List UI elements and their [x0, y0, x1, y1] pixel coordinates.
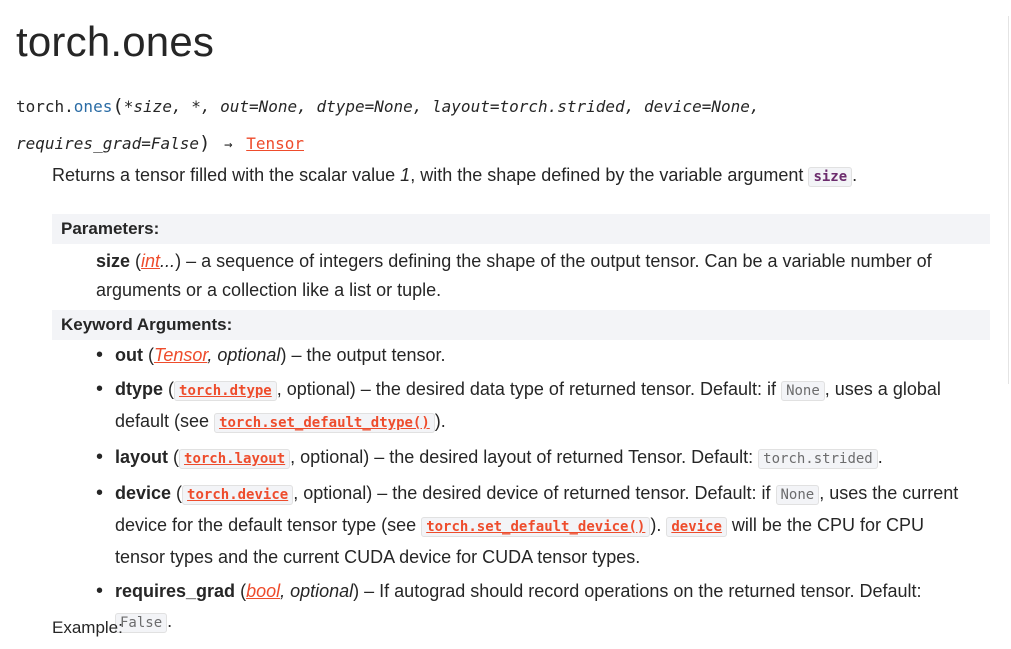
kwarg-default-code: None [781, 381, 825, 401]
signature-params-line1: *size, *, out=None, dtype=None, layout=t… [123, 97, 760, 116]
kwarg-description: – the output tensor. [286, 345, 446, 365]
kwarg-name: device [115, 483, 172, 503]
param-name: size [96, 251, 131, 271]
param-size: size (int...) – a sequence of integers d… [96, 247, 956, 305]
kwarg-description: – the desired device of returned tensor.… [372, 483, 776, 503]
kwarg-optional: , optional [207, 345, 281, 365]
return-arrow: → [224, 137, 233, 153]
kwarg-default-code: None [775, 485, 820, 505]
kwarg-type-code-link[interactable]: torch.dtype [174, 381, 277, 401]
kwarg-default-code: torch.strided [758, 449, 878, 469]
kwarg-description: – If autograd should record operations o… [359, 581, 922, 601]
kwarg-type-link[interactable]: bool [246, 581, 280, 601]
kwarg-type-code-link[interactable]: torch.layout [179, 449, 291, 469]
return-type-link[interactable]: Tensor [246, 134, 304, 153]
kwarg-description: . [167, 611, 173, 631]
signature-function-name: ones [73, 97, 113, 116]
description-text: Returns a tensor filled with the scalar … [52, 165, 401, 185]
kwarg-device-code-link[interactable]: device [666, 517, 727, 537]
param-type-link[interactable]: int [141, 251, 160, 271]
kwarg-type-link[interactable]: Tensor [154, 345, 207, 365]
page-title: torch.ones [16, 18, 215, 65]
param-punct: ( [130, 251, 142, 271]
kwarg-name: out [115, 345, 143, 365]
kwarg-description: . [877, 447, 883, 467]
param-description: a sequence of integers defining the shap… [96, 251, 932, 300]
keyword-arguments-header: Keyword Arguments: [52, 310, 990, 340]
kwarg-description: – the desired layout of returned Tensor.… [369, 447, 759, 467]
kwarg-requires-grad: requires_grad (bool, optional) – If auto… [96, 576, 976, 638]
kwarg-name: layout [115, 447, 169, 467]
scrollbar-track[interactable] [1008, 16, 1009, 384]
size-code: size [808, 167, 853, 187]
kwarg-optional: , optional [280, 581, 354, 601]
kwarg-ref-code-link[interactable]: torch.set_default_device() [421, 517, 651, 537]
description-text: , with the shape defined by the variable… [410, 165, 809, 185]
parameters-header: Parameters: [52, 214, 990, 244]
signature-module: torch. [16, 97, 74, 116]
signature-open-paren: ( [112, 95, 124, 117]
example-label: Example: [52, 618, 123, 637]
kwarg-dtype: dtype (torch.dtype, optional) – the desi… [96, 374, 976, 438]
description-text: . [852, 165, 858, 185]
kwarg-description: ). [434, 411, 446, 431]
signature-params-line2: requires_grad=False [16, 134, 200, 153]
description-value: 1 [400, 165, 411, 185]
kwarg-optional: , optional [290, 447, 364, 467]
signature-close-paren: ) [199, 132, 211, 154]
keyword-arguments-list: out (Tensor, optional) – the output tens… [96, 340, 976, 642]
kwarg-description: ). [650, 515, 667, 535]
kwarg-out: out (Tensor, optional) – the output tens… [96, 340, 976, 370]
kwarg-layout: layout (torch.layout, optional) – the de… [96, 442, 976, 474]
kwarg-ref-code-link[interactable]: torch.set_default_dtype() [214, 413, 435, 433]
param-dash: – [181, 251, 202, 271]
kwarg-optional: , optional [293, 483, 367, 503]
param-type-suffix: ... [160, 251, 176, 271]
kwarg-optional: , optional [276, 379, 350, 399]
kwarg-name: requires_grad [115, 581, 236, 601]
function-signature: torch.ones(*size, *, out=None, dtype=Non… [16, 88, 986, 163]
function-description: Returns a tensor filled with the scalar … [52, 161, 992, 191]
kwarg-description: – the desired data type of returned tens… [355, 379, 782, 399]
kwarg-type-code-link[interactable]: torch.device [182, 485, 294, 505]
kwarg-device: device (torch.device, optional) – the de… [96, 478, 976, 572]
kwarg-name: dtype [115, 379, 164, 399]
